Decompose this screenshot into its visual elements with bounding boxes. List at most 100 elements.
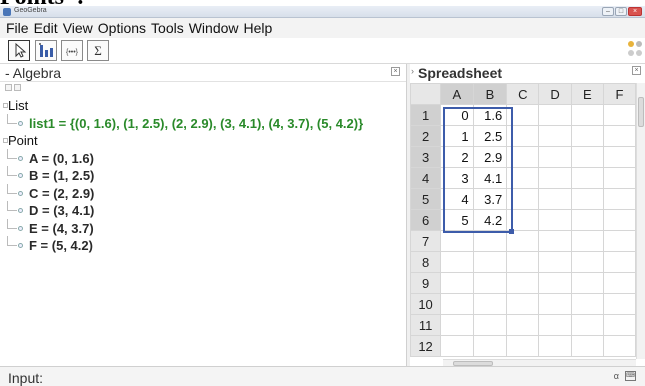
visibility-toggle-icon[interactable] [18, 190, 23, 196]
close-window-button[interactable]: × [628, 7, 642, 16]
cell[interactable] [506, 272, 540, 294]
menu-help[interactable]: Help [244, 20, 273, 36]
cell[interactable]: 5 [440, 209, 474, 231]
menu-window[interactable]: Window [189, 20, 239, 36]
cell[interactable] [570, 125, 604, 147]
cell[interactable] [570, 146, 604, 168]
cell[interactable]: 3 [440, 167, 474, 189]
cell[interactable] [570, 188, 604, 210]
cell[interactable] [538, 167, 572, 189]
row-header[interactable]: 2 [410, 125, 442, 147]
create-list-tool-button[interactable]: {•••} [61, 40, 83, 61]
point-item[interactable]: D = (3, 4.1) [0, 201, 406, 220]
cell[interactable] [506, 209, 540, 231]
group-point[interactable]: Point [0, 132, 406, 150]
cell[interactable] [602, 167, 636, 189]
cell[interactable] [538, 251, 572, 273]
cell[interactable] [538, 146, 572, 168]
row-header[interactable]: 12 [410, 335, 442, 357]
cell[interactable] [602, 335, 636, 357]
vertical-scrollbar[interactable] [636, 83, 645, 359]
input-field[interactable] [52, 369, 607, 385]
point-item[interactable]: C = (2, 2.9) [0, 183, 406, 203]
cell[interactable] [602, 209, 636, 231]
symbol-menu-icon[interactable]: α [614, 371, 619, 381]
cell[interactable] [602, 104, 636, 126]
visibility-toggle-icon[interactable] [18, 155, 23, 161]
visibility-toggle-icon[interactable] [18, 243, 23, 248]
cell[interactable] [472, 314, 508, 336]
visibility-toggle-icon[interactable] [18, 208, 23, 213]
cell[interactable] [506, 188, 540, 210]
fill-handle[interactable] [509, 229, 514, 234]
horizontal-scrollbar[interactable] [443, 359, 636, 366]
cell[interactable] [440, 293, 474, 315]
cell[interactable] [602, 272, 636, 294]
cell[interactable] [602, 293, 636, 315]
cell[interactable] [506, 167, 540, 189]
row-header[interactable]: 1 [410, 104, 442, 126]
cell[interactable] [538, 314, 572, 336]
visibility-toggle-icon[interactable] [18, 120, 23, 126]
point-item[interactable]: A = (0, 1.6) [0, 148, 406, 168]
cell[interactable] [538, 293, 572, 315]
close-spreadsheet-icon[interactable]: × [632, 66, 641, 75]
cell[interactable] [506, 293, 540, 315]
cell[interactable] [570, 272, 604, 294]
cell[interactable]: 2.5 [472, 125, 508, 147]
cell[interactable]: 4.2 [472, 209, 508, 231]
maximize-button[interactable]: □ [615, 7, 627, 16]
menu-edit[interactable]: Edit [34, 20, 58, 36]
cell[interactable] [506, 104, 540, 126]
row-header[interactable]: 5 [410, 188, 442, 210]
cell[interactable]: 3.7 [472, 188, 508, 210]
cell[interactable] [602, 314, 636, 336]
column-header-b[interactable]: B [472, 83, 508, 105]
column-header-e[interactable]: E [570, 83, 604, 105]
cell[interactable] [472, 230, 508, 252]
cell[interactable]: 0 [440, 104, 474, 126]
cell[interactable]: 1.6 [472, 104, 508, 126]
row-header[interactable]: 7 [410, 230, 442, 252]
row-header[interactable]: 11 [410, 314, 442, 336]
sort-icon[interactable] [5, 84, 12, 91]
cell[interactable] [538, 188, 572, 210]
cell[interactable] [472, 335, 508, 357]
menu-options[interactable]: Options [98, 20, 146, 36]
point-item[interactable]: B = (1, 2.5) [0, 166, 406, 185]
two-variable-analysis-tool-button[interactable] [35, 40, 57, 61]
cell[interactable] [602, 251, 636, 273]
cell[interactable] [506, 314, 540, 336]
cell[interactable]: 1 [440, 125, 474, 147]
cell[interactable] [538, 230, 572, 252]
spreadsheet-grid[interactable]: A B C D E F 1 0 1.6 2 1 2.5 3 2 2.9 4 3 4.1 5 4 3.7 6 5 4… [410, 83, 636, 359]
cell[interactable] [472, 251, 508, 273]
cell[interactable] [538, 272, 572, 294]
cell[interactable]: 2 [440, 146, 474, 168]
undo-icon[interactable] [628, 41, 634, 47]
cell[interactable] [506, 146, 540, 168]
cell[interactable] [440, 335, 474, 357]
row-header[interactable]: 9 [410, 272, 442, 294]
cell[interactable] [602, 146, 636, 168]
scroll-thumb[interactable] [638, 97, 644, 127]
settings-icon[interactable] [636, 50, 642, 56]
cell[interactable] [538, 104, 572, 126]
cell[interactable] [570, 167, 604, 189]
help-icon[interactable] [628, 50, 634, 56]
cell[interactable] [506, 335, 540, 357]
corner-cell[interactable] [410, 83, 442, 105]
redo-icon[interactable] [636, 41, 642, 47]
row-header[interactable]: 3 [410, 146, 442, 168]
cell[interactable] [472, 293, 508, 315]
row-header[interactable]: 6 [410, 209, 442, 231]
cell[interactable]: 4 [440, 188, 474, 210]
visibility-toggle-icon[interactable] [18, 173, 23, 178]
cell[interactable] [570, 209, 604, 231]
cell[interactable] [570, 230, 604, 252]
minimize-button[interactable]: – [602, 7, 614, 16]
column-header-f[interactable]: F [602, 83, 636, 105]
expand-arrow-icon[interactable]: › [411, 66, 414, 76]
point-item[interactable]: E = (4, 3.7) [0, 218, 406, 238]
keyboard-icon[interactable]: ⌨ [625, 371, 636, 381]
